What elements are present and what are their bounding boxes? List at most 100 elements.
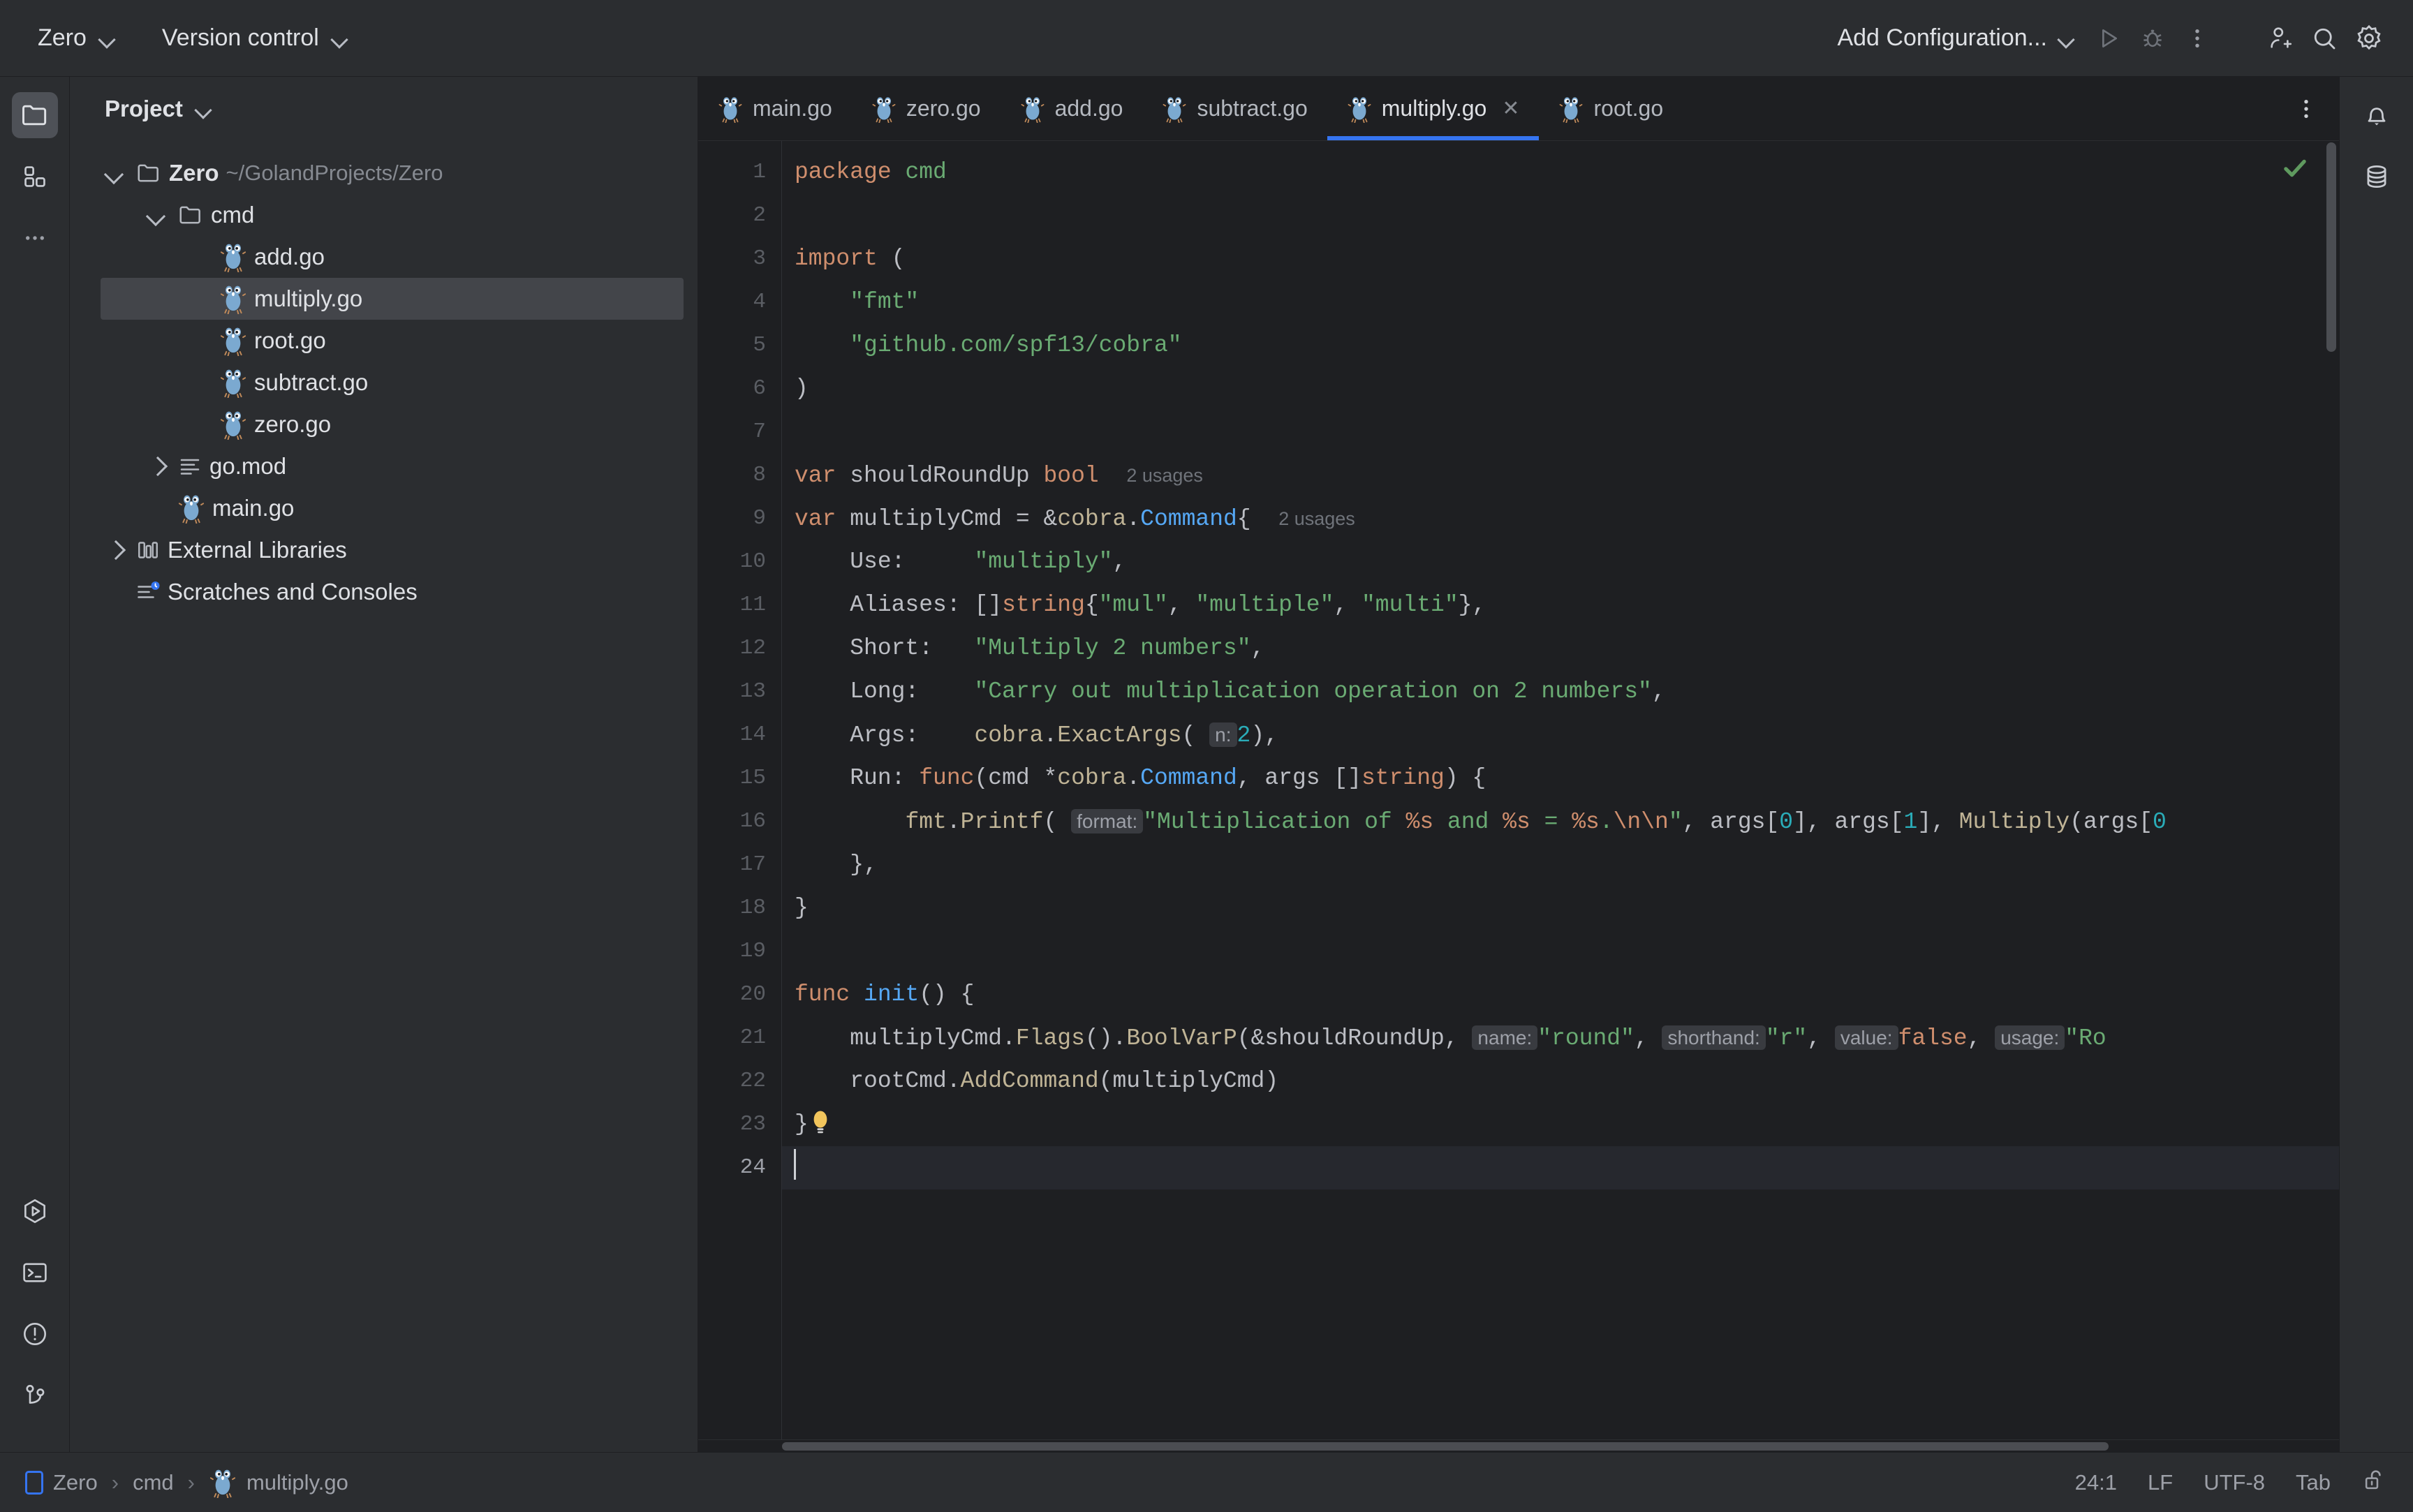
tree-item-main-go[interactable]: main.go — [70, 487, 698, 529]
chevron-down-icon[interactable] — [142, 201, 170, 229]
tree-item-go-mod[interactable]: go.mod — [70, 445, 698, 487]
editor-tab-label: root.go — [1593, 96, 1663, 121]
sidebar-item-git[interactable] — [12, 1372, 58, 1418]
line-number-4[interactable]: 4 — [698, 281, 781, 324]
line-number-14[interactable]: 14 — [698, 713, 781, 757]
gear-icon[interactable] — [2349, 18, 2389, 59]
line-number-12[interactable]: 12 — [698, 627, 781, 670]
line-number-10[interactable]: 10 — [698, 540, 781, 584]
file-encoding[interactable]: UTF-8 — [2204, 1470, 2265, 1495]
tree-item-multiply-go[interactable]: multiply.go — [101, 278, 684, 320]
usage-hint[interactable]: 2 usages — [1126, 465, 1203, 486]
sidebar-item-database[interactable] — [2354, 154, 2400, 200]
line-number-24[interactable]: 24 — [698, 1146, 781, 1189]
tree-item-external-libraries[interactable]: External Libraries — [70, 529, 698, 571]
line-number-11[interactable]: 11 — [698, 584, 781, 627]
line-number-5[interactable]: 5 — [698, 324, 781, 367]
hscrollbar-thumb[interactable] — [782, 1442, 2109, 1451]
project-panel-header[interactable]: Project — [70, 77, 698, 141]
run-button[interactable] — [2088, 18, 2128, 59]
tree-item-zero[interactable]: Zero~/GolandProjects/Zero — [70, 152, 698, 194]
tree-item-cmd[interactable]: cmd — [70, 194, 698, 236]
line-number-18[interactable]: 18 — [698, 887, 781, 930]
usage-hint[interactable]: 2 usages — [1278, 508, 1355, 529]
param-hint-n[interactable]: n: — [1209, 722, 1237, 747]
tree-item-label: cmd — [211, 202, 254, 228]
tree-item-root-go[interactable]: root.go — [70, 320, 698, 362]
code-line-7 — [782, 410, 2339, 454]
line-number-17[interactable]: 17 — [698, 843, 781, 887]
intention-bulb-icon[interactable] — [810, 1109, 831, 1135]
breadcrumb-item-project[interactable]: Zero — [25, 1470, 98, 1495]
line-number-21[interactable]: 21 — [698, 1016, 781, 1060]
line-number-1[interactable]: 1 — [698, 151, 781, 194]
chevron-right-icon[interactable] — [142, 452, 170, 480]
go-file-icon — [871, 95, 896, 123]
sidebar-item-terminal[interactable] — [12, 1250, 58, 1296]
editor-tab-multiply-go[interactable]: multiply.go✕ — [1327, 77, 1540, 140]
tree-item-zero-go[interactable]: zero.go — [70, 403, 698, 445]
editor-vertical-scrollbar[interactable] — [2324, 141, 2339, 1439]
line-number-16[interactable]: 16 — [698, 800, 781, 843]
project-menu-button[interactable]: Zero — [31, 19, 123, 57]
line-number-20[interactable]: 20 — [698, 973, 781, 1016]
project-tool-window: Project Zero~/GolandProjects/Zero cmd add.… — [70, 77, 698, 1452]
breadcrumb-item-folder[interactable]: cmd — [133, 1470, 174, 1495]
param-hint-format[interactable]: format: — [1071, 809, 1143, 833]
editor-tab-zero-go[interactable]: zero.go — [852, 77, 1001, 140]
line-number-8[interactable]: 8 — [698, 454, 781, 497]
line-number-6[interactable]: 6 — [698, 367, 781, 410]
chevron-right-icon[interactable] — [101, 536, 128, 564]
tree-item-add-go[interactable]: add.go — [70, 236, 698, 278]
scrollbar-thumb[interactable] — [2326, 142, 2336, 352]
code-line-23: } — [782, 1103, 2339, 1146]
line-separator[interactable]: LF — [2148, 1470, 2173, 1495]
param-hint-value[interactable]: value: — [1835, 1025, 1898, 1050]
line-number-13[interactable]: 13 — [698, 670, 781, 713]
editor-tab-main-go[interactable]: main.go — [698, 77, 852, 140]
tab-options-button[interactable] — [2293, 77, 2319, 140]
indent-setting[interactable]: Tab — [2296, 1470, 2331, 1495]
search-icon[interactable] — [2304, 18, 2345, 59]
sidebar-item-notifications[interactable] — [2354, 92, 2400, 138]
unlocked-icon[interactable] — [2361, 1467, 2388, 1499]
version-control-menu-button[interactable]: Version control — [155, 19, 355, 57]
sidebar-item-project[interactable] — [12, 92, 58, 138]
line-number-23[interactable]: 23 — [698, 1103, 781, 1146]
sidebar-item-structure[interactable] — [12, 154, 58, 200]
line-number-2[interactable]: 2 — [698, 194, 781, 237]
close-icon[interactable]: ✕ — [1502, 96, 1519, 121]
code-area[interactable]: package cmd import ( "fmt" "github.com/s… — [782, 141, 2339, 1439]
add-account-icon[interactable] — [2259, 18, 2300, 59]
param-hint-usage[interactable]: usage: — [1995, 1025, 2065, 1050]
code-editor[interactable]: 123456789101112131415161718192021222324 … — [698, 141, 2339, 1439]
ellipsis-icon[interactable] — [12, 215, 58, 261]
line-number-22[interactable]: 22 — [698, 1060, 781, 1103]
chevron-down-icon[interactable] — [101, 159, 128, 187]
sidebar-item-run[interactable] — [12, 1188, 58, 1234]
tree-item-subtract-go[interactable]: subtract.go — [70, 362, 698, 403]
debug-button[interactable] — [2132, 18, 2173, 59]
line-number-3[interactable]: 3 — [698, 237, 781, 281]
tree-item-label: multiply.go — [254, 286, 362, 312]
module-icon — [25, 1471, 43, 1495]
inspection-status-ok-icon[interactable] — [2280, 154, 2310, 190]
param-hint-name[interactable]: name: — [1472, 1025, 1537, 1050]
line-number-19[interactable]: 19 — [698, 930, 781, 973]
tree-item-scratches-and-consoles[interactable]: Scratches and Consoles — [70, 571, 698, 613]
breadcrumb-item-file[interactable]: multiply.go — [209, 1467, 348, 1498]
line-number-15[interactable]: 15 — [698, 757, 781, 800]
line-number-7[interactable]: 7 — [698, 410, 781, 454]
editor-tab-root-go[interactable]: root.go — [1539, 77, 1683, 140]
editor-tab-subtract-go[interactable]: subtract.go — [1142, 77, 1327, 140]
line-number-9[interactable]: 9 — [698, 497, 781, 540]
run-configuration-selector[interactable]: Add Configuration... — [1829, 19, 2083, 57]
editor-tab-add-go[interactable]: add.go — [1001, 77, 1143, 140]
code-line-16: fmt.Printf( format:"Multiplication of %s… — [782, 800, 2339, 843]
param-hint-shorthand[interactable]: shorthand: — [1662, 1025, 1765, 1050]
chevron-down-icon[interactable] — [194, 100, 212, 118]
sidebar-item-problems[interactable] — [12, 1311, 58, 1357]
caret-position[interactable]: 24:1 — [2075, 1470, 2117, 1495]
more-actions-button[interactable] — [2177, 18, 2218, 59]
editor-horizontal-scrollbar[interactable] — [698, 1439, 2339, 1452]
